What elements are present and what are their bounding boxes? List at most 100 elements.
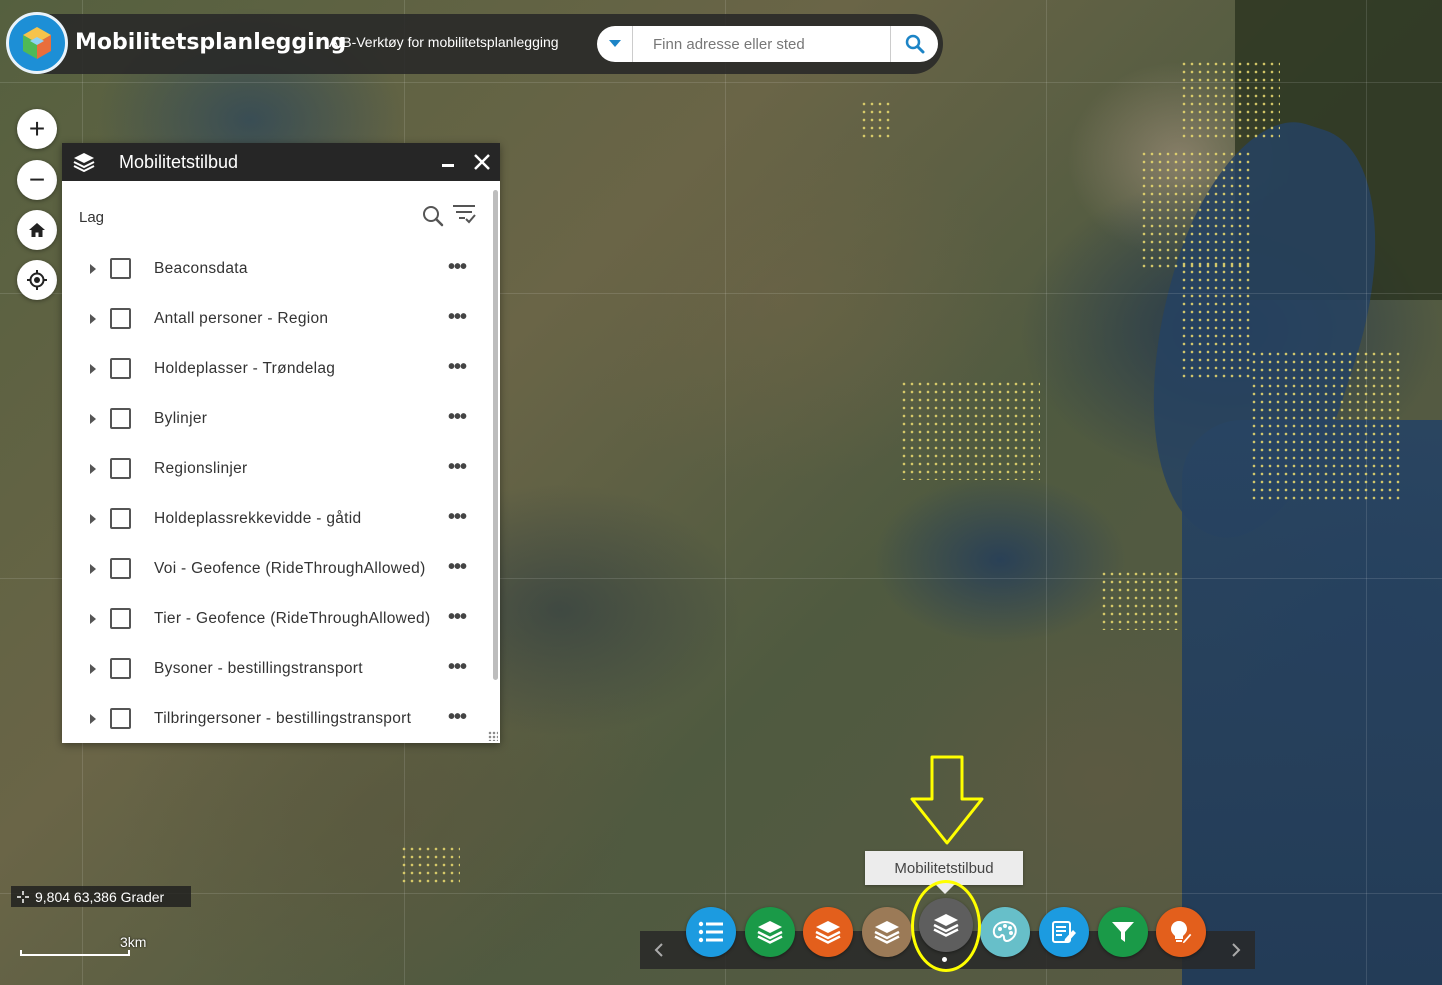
layer-name: Holdeplassrekkevidde - gåtid <box>154 510 362 527</box>
minimize-icon <box>442 164 454 167</box>
zoom-in-button[interactable]: + <box>17 109 57 149</box>
map-point-cluster <box>1140 150 1250 270</box>
map-graticule <box>0 893 1442 894</box>
layer-list-panel: Mobilitetstilbud Lag Beaconsdata ••• Ant… <box>62 143 500 743</box>
expand-caret-icon[interactable] <box>90 514 96 524</box>
layer-visibility-checkbox[interactable] <box>110 308 131 329</box>
layer-visibility-checkbox[interactable] <box>110 558 131 579</box>
layer-item[interactable]: Holdeplasser - Trøndelag ••• <box>62 344 492 394</box>
edit-icon <box>1051 920 1077 944</box>
layer-name: Antall personer - Region <box>154 310 329 327</box>
expand-caret-icon[interactable] <box>90 414 96 424</box>
bulb-edit-icon <box>1169 919 1193 945</box>
layer-options-button[interactable]: ••• <box>448 456 467 479</box>
filter-icon <box>1111 920 1135 944</box>
layers-icon <box>757 920 783 944</box>
expand-caret-icon[interactable] <box>90 264 96 274</box>
toolbar-filter-button[interactable] <box>1098 907 1148 957</box>
toolbar-list-button[interactable] <box>686 907 736 957</box>
zoom-out-button[interactable]: − <box>17 160 57 200</box>
expand-caret-icon[interactable] <box>90 564 96 574</box>
search-icon <box>423 206 444 227</box>
filter-list-icon <box>453 205 476 224</box>
chevron-down-icon <box>608 40 621 47</box>
scrollbar[interactable] <box>493 190 498 680</box>
expand-caret-icon[interactable] <box>90 314 96 324</box>
toolbar-edit-button[interactable] <box>1039 907 1089 957</box>
resize-handle[interactable] <box>488 731 498 741</box>
close-icon <box>474 154 490 170</box>
search-source-dropdown[interactable] <box>597 26 633 62</box>
layer-filter-button[interactable] <box>452 203 476 230</box>
toolbar-palette-button[interactable] <box>980 907 1030 957</box>
layer-options-button[interactable]: ••• <box>448 356 467 379</box>
app-logo <box>6 12 68 74</box>
close-button[interactable] <box>464 143 500 181</box>
scale-bar: 3km <box>20 934 146 958</box>
layer-item[interactable]: Beaconsdata ••• <box>62 244 492 294</box>
layer-visibility-checkbox[interactable] <box>110 258 131 279</box>
map-point-cluster <box>1180 260 1250 380</box>
toolbar-bulb-edit-button[interactable] <box>1156 907 1206 957</box>
layer-visibility-checkbox[interactable] <box>110 408 131 429</box>
highlight-ellipse <box>911 880 981 972</box>
panel-title: Mobilitetstilbud <box>119 151 239 172</box>
layer-options-button[interactable]: ••• <box>448 306 467 329</box>
home-icon <box>29 223 45 237</box>
layers-icon <box>62 152 106 172</box>
expand-caret-icon[interactable] <box>90 464 96 474</box>
layer-options-button[interactable]: ••• <box>448 706 467 729</box>
layer-search-button[interactable] <box>422 205 444 232</box>
layer-item[interactable]: Antall personer - Region ••• <box>62 294 492 344</box>
layer-name: Bysoner - bestillingstransport <box>154 660 363 677</box>
layer-options-button[interactable]: ••• <box>448 406 467 429</box>
layer-name: Beaconsdata <box>154 260 248 277</box>
search-box <box>597 26 938 62</box>
search-button[interactable] <box>890 26 938 62</box>
layer-visibility-checkbox[interactable] <box>110 458 131 479</box>
layer-name: Tilbringersoner - bestillingstransport <box>154 710 412 727</box>
locate-button[interactable] <box>17 260 57 300</box>
layer-visibility-checkbox[interactable] <box>110 608 131 629</box>
layer-visibility-checkbox[interactable] <box>110 508 131 529</box>
layer-name: Tier - Geofence (RideThroughAllowed) <box>154 610 431 627</box>
panel-header[interactable]: Mobilitetstilbud <box>62 143 500 181</box>
layer-options-button[interactable]: ••• <box>448 256 467 279</box>
layer-visibility-checkbox[interactable] <box>110 358 131 379</box>
layer-item[interactable]: Regionslinjer ••• <box>62 444 492 494</box>
home-button[interactable] <box>17 210 57 250</box>
layer-visibility-checkbox[interactable] <box>110 708 131 729</box>
map-point-cluster <box>900 380 1040 480</box>
minimize-button[interactable] <box>432 143 464 181</box>
expand-caret-icon[interactable] <box>90 364 96 374</box>
scale-bar-line <box>20 950 130 956</box>
toolbar-layers-button[interactable] <box>803 907 853 957</box>
map-graticule <box>725 0 726 985</box>
layer-item[interactable]: Bysoner - bestillingstransport ••• <box>62 644 492 694</box>
expand-caret-icon[interactable] <box>90 714 96 724</box>
expand-caret-icon[interactable] <box>90 664 96 674</box>
layer-options-button[interactable]: ••• <box>448 606 467 629</box>
map-graticule <box>1046 0 1047 985</box>
layer-item[interactable]: Tier - Geofence (RideThroughAllowed) ••• <box>62 594 492 644</box>
layers-icon <box>815 920 841 944</box>
toolbar-prev-button[interactable] <box>640 931 678 969</box>
arrow-down-icon <box>910 755 984 845</box>
coordinate-readout[interactable]: 9,804 63,386 Grader <box>11 886 191 907</box>
layer-options-button[interactable]: ••• <box>448 506 467 529</box>
expand-caret-icon[interactable] <box>90 614 96 624</box>
toolbar-next-button[interactable] <box>1217 931 1255 969</box>
toolbar-layers-button[interactable] <box>862 907 912 957</box>
layer-options-button[interactable]: ••• <box>448 656 467 679</box>
toolbar-layers-button[interactable] <box>745 907 795 957</box>
layer-options-button[interactable]: ••• <box>448 556 467 579</box>
layer-visibility-checkbox[interactable] <box>110 658 131 679</box>
layer-item[interactable]: Holdeplassrekkevidde - gåtid ••• <box>62 494 492 544</box>
search-input[interactable] <box>633 29 890 59</box>
map-water <box>1182 420 1442 985</box>
layer-item[interactable]: Tilbringersoner - bestillingstransport ••… <box>62 694 492 744</box>
layer-item[interactable]: Bylinjer ••• <box>62 394 492 444</box>
app-subtitle: AtB-Verktøy for mobilitetsplanlegging <box>329 34 559 50</box>
layer-item[interactable]: Voi - Geofence (RideThroughAllowed) ••• <box>62 544 492 594</box>
search-icon <box>905 34 924 54</box>
